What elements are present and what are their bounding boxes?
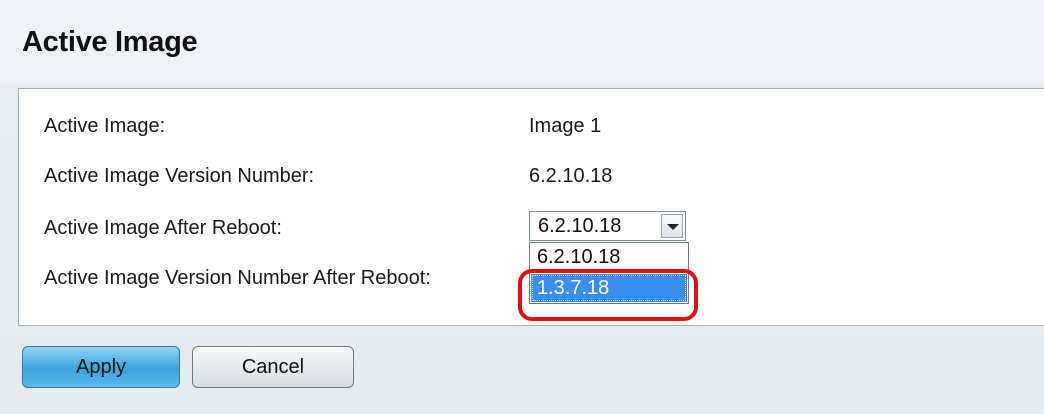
- title-bar: Active Image: [0, 0, 1044, 84]
- select-current-value: 6.2.10.18: [538, 215, 622, 237]
- active-image-panel: Active Image: Image 1 Active Image Versi…: [18, 88, 1044, 326]
- active-image-value: Image 1: [529, 115, 602, 137]
- active-image-after-reboot-select[interactable]: 6.2.10.18: [529, 211, 686, 241]
- apply-button[interactable]: Apply: [22, 346, 180, 388]
- active-image-label: Active Image:: [44, 115, 166, 137]
- dropdown-option-highlighted[interactable]: 1.3.7.18: [531, 274, 687, 302]
- active-image-version-after-reboot-label: Active Image Version Number After Reboot…: [44, 267, 431, 289]
- active-image-version-label: Active Image Version Number:: [44, 165, 315, 187]
- reboot-image-dropdown-list[interactable]: 6.2.10.18 1.3.7.18: [529, 242, 689, 304]
- active-image-after-reboot-label: Active Image After Reboot:: [44, 217, 282, 239]
- chevron-down-icon[interactable]: [661, 214, 683, 238]
- page: Active Image Active Image: Image 1 Activ…: [0, 0, 1044, 414]
- page-title: Active Image: [22, 26, 198, 58]
- active-image-version-value: 6.2.10.18: [529, 165, 613, 187]
- dropdown-option[interactable]: 6.2.10.18: [531, 243, 687, 271]
- cancel-button[interactable]: Cancel: [192, 346, 354, 388]
